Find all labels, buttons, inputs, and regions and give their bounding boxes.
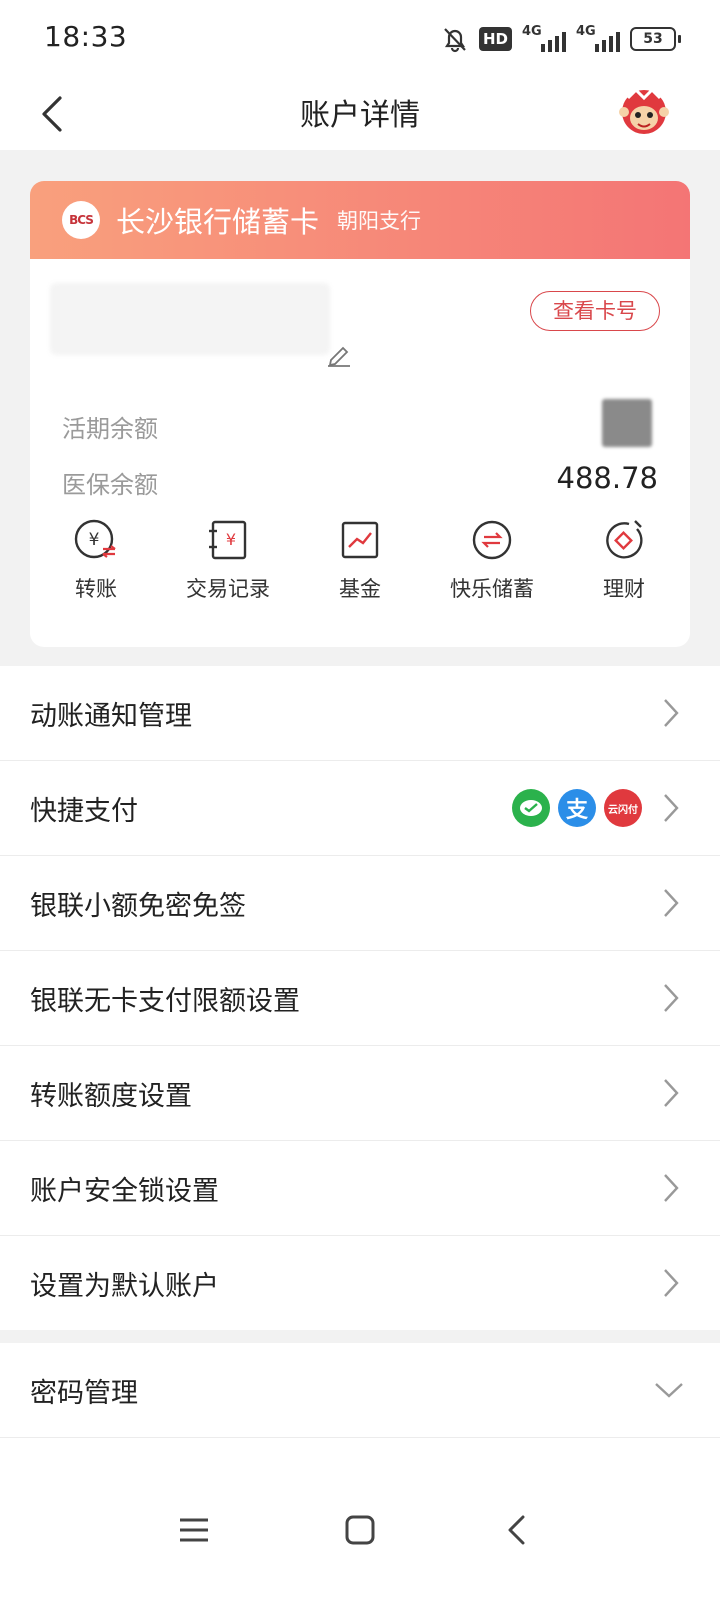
- hd-badge: HD: [478, 27, 512, 51]
- edit-pencil-icon[interactable]: [326, 341, 352, 367]
- quick-pay-icons: 支 云闪付: [512, 789, 642, 827]
- transfer-icon: ¥: [74, 519, 116, 559]
- menu-item-label: 银联无卡支付限额设置: [30, 985, 300, 1017]
- shortcut-label: 理财: [603, 577, 645, 601]
- chevron-right-icon: [664, 794, 679, 822]
- network-type-label-2: 4G: [576, 24, 596, 39]
- signal-icon: 4G: [522, 24, 566, 54]
- back-triangle-icon: [508, 1515, 525, 1545]
- fund-chart-icon: [341, 521, 379, 559]
- bank-name: 长沙银行储蓄卡: [116, 205, 320, 239]
- account-card: BCS 长沙银行储蓄卡 朝阳支行 查看卡号 活期余额 医保余额 488.78 ¥…: [30, 181, 690, 647]
- menu-item-unionpay-small-free[interactable]: 银联小额免密免签: [0, 856, 720, 951]
- branch-name: 朝阳支行: [337, 209, 422, 233]
- menu-item-label: 转账额度设置: [30, 1080, 192, 1112]
- menu-item-transaction-notify[interactable]: 动账通知管理: [0, 666, 720, 761]
- savings-exchange-icon: [472, 520, 512, 560]
- nav-back-button[interactable]: [488, 1502, 544, 1558]
- svg-text:¥: ¥: [89, 530, 100, 550]
- shortcut-label: 快乐储蓄: [450, 577, 534, 601]
- menu-item-transfer-limit[interactable]: 转账额度设置: [0, 1046, 720, 1141]
- shortcut-label: 基金: [339, 577, 381, 601]
- chevron-right-icon: [664, 699, 679, 727]
- balance-value-masked: [602, 399, 652, 447]
- balance-label: 活期余额: [62, 415, 158, 443]
- shortcut-wealth[interactable]: 理财: [558, 517, 690, 603]
- status-time: 18:33: [44, 20, 128, 53]
- menu-item-security-lock[interactable]: 账户安全锁设置: [0, 1141, 720, 1236]
- nav-home-button[interactable]: [332, 1502, 388, 1558]
- menu-item-set-default[interactable]: 设置为默认账户: [0, 1236, 720, 1330]
- medical-balance-value: 488.78: [556, 461, 658, 495]
- shortcut-transfer[interactable]: ¥ 转账: [30, 517, 162, 603]
- chevron-down-icon: [655, 1383, 683, 1398]
- status-icons: HD 4G 4G 53: [441, 22, 681, 56]
- menu-item-label: 快捷支付: [30, 795, 138, 827]
- chevron-right-icon: [664, 984, 679, 1012]
- alipay-icon: 支: [558, 789, 596, 827]
- menu-item-label: 银联小额免密免签: [30, 890, 246, 922]
- system-nav-bar: [0, 1470, 720, 1600]
- menu-icon: [180, 1518, 208, 1542]
- menu-item-label: 设置为默认账户: [30, 1270, 219, 1302]
- bank-logo: BCS: [62, 201, 100, 239]
- account-settings-list: 动账通知管理 快捷支付 支 云闪付 银联小额免密免签 银联无卡支付限额设置 转账…: [0, 666, 720, 1330]
- unionpay-cloud-icon: 云闪付: [604, 789, 642, 827]
- chevron-right-icon: [664, 1269, 679, 1297]
- shortcut-label: 交易记录: [186, 577, 270, 601]
- svg-text:¥: ¥: [226, 530, 236, 549]
- chevron-right-icon: [664, 1079, 679, 1107]
- nav-menu-button[interactable]: [166, 1502, 222, 1558]
- status-bar: 18:33 HD 4G 4G 53: [0, 0, 720, 78]
- menu-item-quick-pay[interactable]: 快捷支付 支 云闪付: [0, 761, 720, 856]
- card-number-masked: [50, 283, 330, 355]
- card-header: BCS 长沙银行储蓄卡 朝阳支行: [30, 181, 690, 259]
- menu-item-label: 动账通知管理: [30, 700, 192, 732]
- wechat-pay-icon: [512, 789, 550, 827]
- battery-icon: 53: [630, 27, 681, 51]
- shortcut-transaction-record[interactable]: ¥ 交易记录: [162, 517, 294, 603]
- shortcut-fund[interactable]: 基金: [294, 517, 426, 603]
- bell-off-icon: [444, 28, 466, 53]
- chevron-right-icon: [664, 889, 679, 917]
- menu-item-unionpay-cardless-limit[interactable]: 银联无卡支付限额设置: [0, 951, 720, 1046]
- network-type-label: 4G: [522, 24, 542, 39]
- shortcut-happy-savings[interactable]: 快乐储蓄: [426, 517, 558, 603]
- menu-item-label: 账户安全锁设置: [30, 1175, 219, 1207]
- page-title: 账户详情: [300, 98, 420, 133]
- signal-icon-2: 4G: [576, 24, 620, 54]
- medical-balance-label: 医保余额: [62, 471, 158, 499]
- mascot-avatar-icon[interactable]: [614, 82, 674, 142]
- chevron-right-icon: [664, 1174, 679, 1202]
- shortcut-bar: ¥ 转账 ¥ 交易记录 基金 快乐储蓄 理财: [30, 517, 690, 603]
- menu-item-password[interactable]: 密码管理: [0, 1343, 720, 1438]
- wealth-diamond-icon: [606, 520, 643, 559]
- password-settings-list: 密码管理 账户挂失: [0, 1343, 720, 1480]
- view-card-number-button[interactable]: 查看卡号: [530, 291, 660, 331]
- home-square-icon: [345, 1515, 375, 1545]
- shortcut-label: 转账: [75, 577, 117, 601]
- transaction-record-icon: ¥: [209, 520, 247, 560]
- menu-item-label: 密码管理: [30, 1377, 138, 1409]
- header: 账户详情: [0, 78, 720, 150]
